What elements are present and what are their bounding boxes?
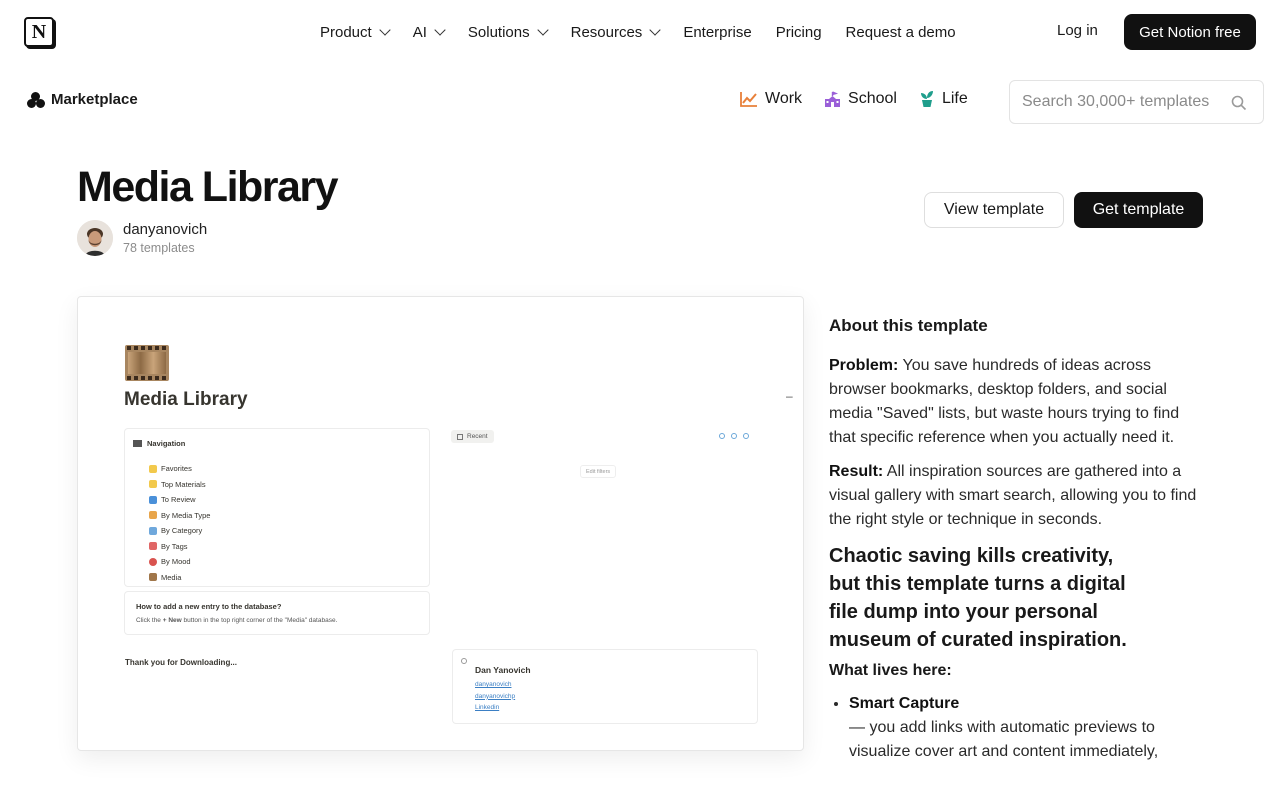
chevron-down-icon — [649, 24, 661, 36]
grid-icon — [457, 433, 463, 440]
preview-recent-tab: Recent — [451, 430, 494, 443]
card-link: danyanovich — [475, 681, 512, 688]
problem-paragraph: Problem: You save hundreds of ideas acro… — [829, 357, 1180, 446]
target-icon — [149, 557, 157, 566]
nav-ai-label: AI — [412, 23, 427, 41]
template-preview[interactable]: Media Library – Navigation Favorites Top… — [77, 296, 804, 751]
category-life[interactable]: Life — [919, 90, 968, 108]
view-template-button[interactable]: View template — [924, 192, 1064, 228]
nav-links: Product AI Solutions Resources Enterpris… — [320, 22, 980, 42]
list-item: To Review — [149, 492, 210, 508]
logo-letter: N — [31, 20, 47, 43]
school-icon — [825, 90, 841, 107]
sort-icon — [731, 433, 737, 439]
map-icon — [133, 440, 142, 447]
nav-solutions[interactable]: Solutions — [467, 22, 549, 42]
preview-nav-list: Favorites Top Materials To Review By Med… — [149, 461, 210, 585]
bookmark-icon — [149, 542, 157, 551]
template-search-input[interactable] — [1022, 93, 1218, 111]
filter-icon — [719, 433, 725, 439]
category-life-label: Life — [941, 90, 968, 107]
card-name: Dan Yanovich — [475, 665, 531, 675]
card-link: danyanovichp — [475, 692, 516, 700]
template-search-box — [1009, 80, 1264, 124]
category-tabs: Work School Life — [740, 90, 990, 108]
about-heading: About this template — [829, 316, 988, 335]
nav-pricing[interactable]: Pricing — [776, 22, 822, 42]
marketplace-icon — [27, 91, 45, 108]
preview-navigation-block: Navigation Favorites Top Materials To Re… — [124, 428, 430, 587]
preview-edit-filters: Edit filters — [580, 465, 617, 478]
preview-thanks: Thank you for Downloading... — [125, 658, 237, 667]
bar-chart-icon — [149, 526, 157, 535]
notion-logo-icon[interactable]: N — [24, 17, 54, 47]
nav-resources[interactable]: Resources — [570, 22, 661, 42]
card-link: Linkedin — [475, 704, 500, 711]
nav-pricing-label: Pricing — [775, 23, 822, 41]
chevron-down-icon — [536, 24, 549, 36]
gear-icon — [461, 658, 467, 664]
chart-up-icon — [740, 92, 757, 107]
marketplace-label: Marketplace — [51, 91, 138, 108]
author-template-count: 78 templates — [123, 241, 195, 255]
preview-collapse: – — [786, 389, 793, 403]
get-notion-free-button[interactable]: Get Notion free — [1124, 14, 1256, 50]
about-section: About this template Problem: You save hu… — [829, 314, 1209, 764]
list-item: By Mood — [149, 554, 210, 570]
list-item: By Media Type — [149, 508, 210, 524]
preview-toolbar — [719, 433, 749, 439]
star-icon — [149, 480, 157, 489]
template-title: Media Library — [77, 163, 339, 211]
nav-product[interactable]: Product — [320, 22, 391, 42]
nav-request-demo[interactable]: Request a demo — [846, 22, 956, 42]
help-answer: Click the + New button in the top right … — [136, 617, 338, 624]
list-item: Media — [149, 570, 210, 586]
category-work-label: Work — [765, 90, 803, 107]
nav-ai[interactable]: AI — [412, 22, 446, 42]
nav-enterprise-label: Enterprise — [683, 23, 752, 41]
new-badge-icon — [149, 495, 157, 504]
category-school[interactable]: School — [824, 90, 897, 108]
star-icon — [149, 464, 157, 473]
list-item: By Tags — [149, 539, 210, 555]
list-item: Smart Capture — you add links with autom… — [849, 692, 1209, 764]
preview-author-card: Dan Yanovich danyanovich danyanovichp Li… — [452, 649, 758, 724]
author-avatar[interactable] — [77, 220, 113, 256]
list-item: Favorites — [149, 461, 210, 477]
film-strip-icon — [125, 345, 169, 381]
top-navigation: N Product AI Solutions Resources Enterpr… — [0, 0, 1280, 64]
author-name[interactable]: danyanovich — [123, 221, 207, 238]
chevron-down-icon — [434, 24, 446, 36]
category-work[interactable]: Work — [740, 90, 802, 108]
list-item: By Category — [149, 523, 210, 539]
login-link[interactable]: Log in — [1057, 22, 1098, 39]
nav-enterprise[interactable]: Enterprise — [683, 22, 751, 42]
nav-product-label: Product — [320, 23, 372, 41]
preview-help-callout: How to add a new entry to the database? … — [124, 591, 430, 635]
author-photo-icon — [77, 220, 113, 256]
feature-list: Smart Capture — you add links with autom… — [829, 692, 1209, 764]
nav-resources-label: Resources — [570, 23, 643, 41]
preview-nav-heading: Navigation — [133, 439, 185, 448]
chevron-down-icon — [379, 24, 391, 36]
card-links: danyanovich danyanovichp Linkedin — [475, 681, 515, 716]
list-item: Top Materials — [149, 477, 210, 493]
tag-icon — [149, 511, 157, 520]
what-lives-heading: What lives here: — [829, 662, 952, 679]
preview-title: Media Library — [124, 389, 248, 410]
nav-solutions-label: Solutions — [467, 23, 530, 41]
result-paragraph: Result: All inspiration sources are gath… — [829, 463, 1197, 528]
nav-request-demo-label: Request a demo — [845, 23, 956, 41]
search-icon[interactable] — [1231, 95, 1247, 111]
search-icon — [743, 433, 749, 439]
get-template-button[interactable]: Get template — [1074, 192, 1203, 228]
category-school-label: School — [848, 90, 897, 107]
plant-icon — [920, 91, 933, 107]
film-icon — [149, 573, 157, 582]
tagline: Chaotic saving kills creativity, but thi… — [829, 545, 1127, 651]
help-question: How to add a new entry to the database? — [136, 602, 282, 611]
marketplace-link[interactable]: Marketplace — [27, 91, 138, 108]
preview-nav-heading-label: Navigation — [147, 439, 186, 448]
